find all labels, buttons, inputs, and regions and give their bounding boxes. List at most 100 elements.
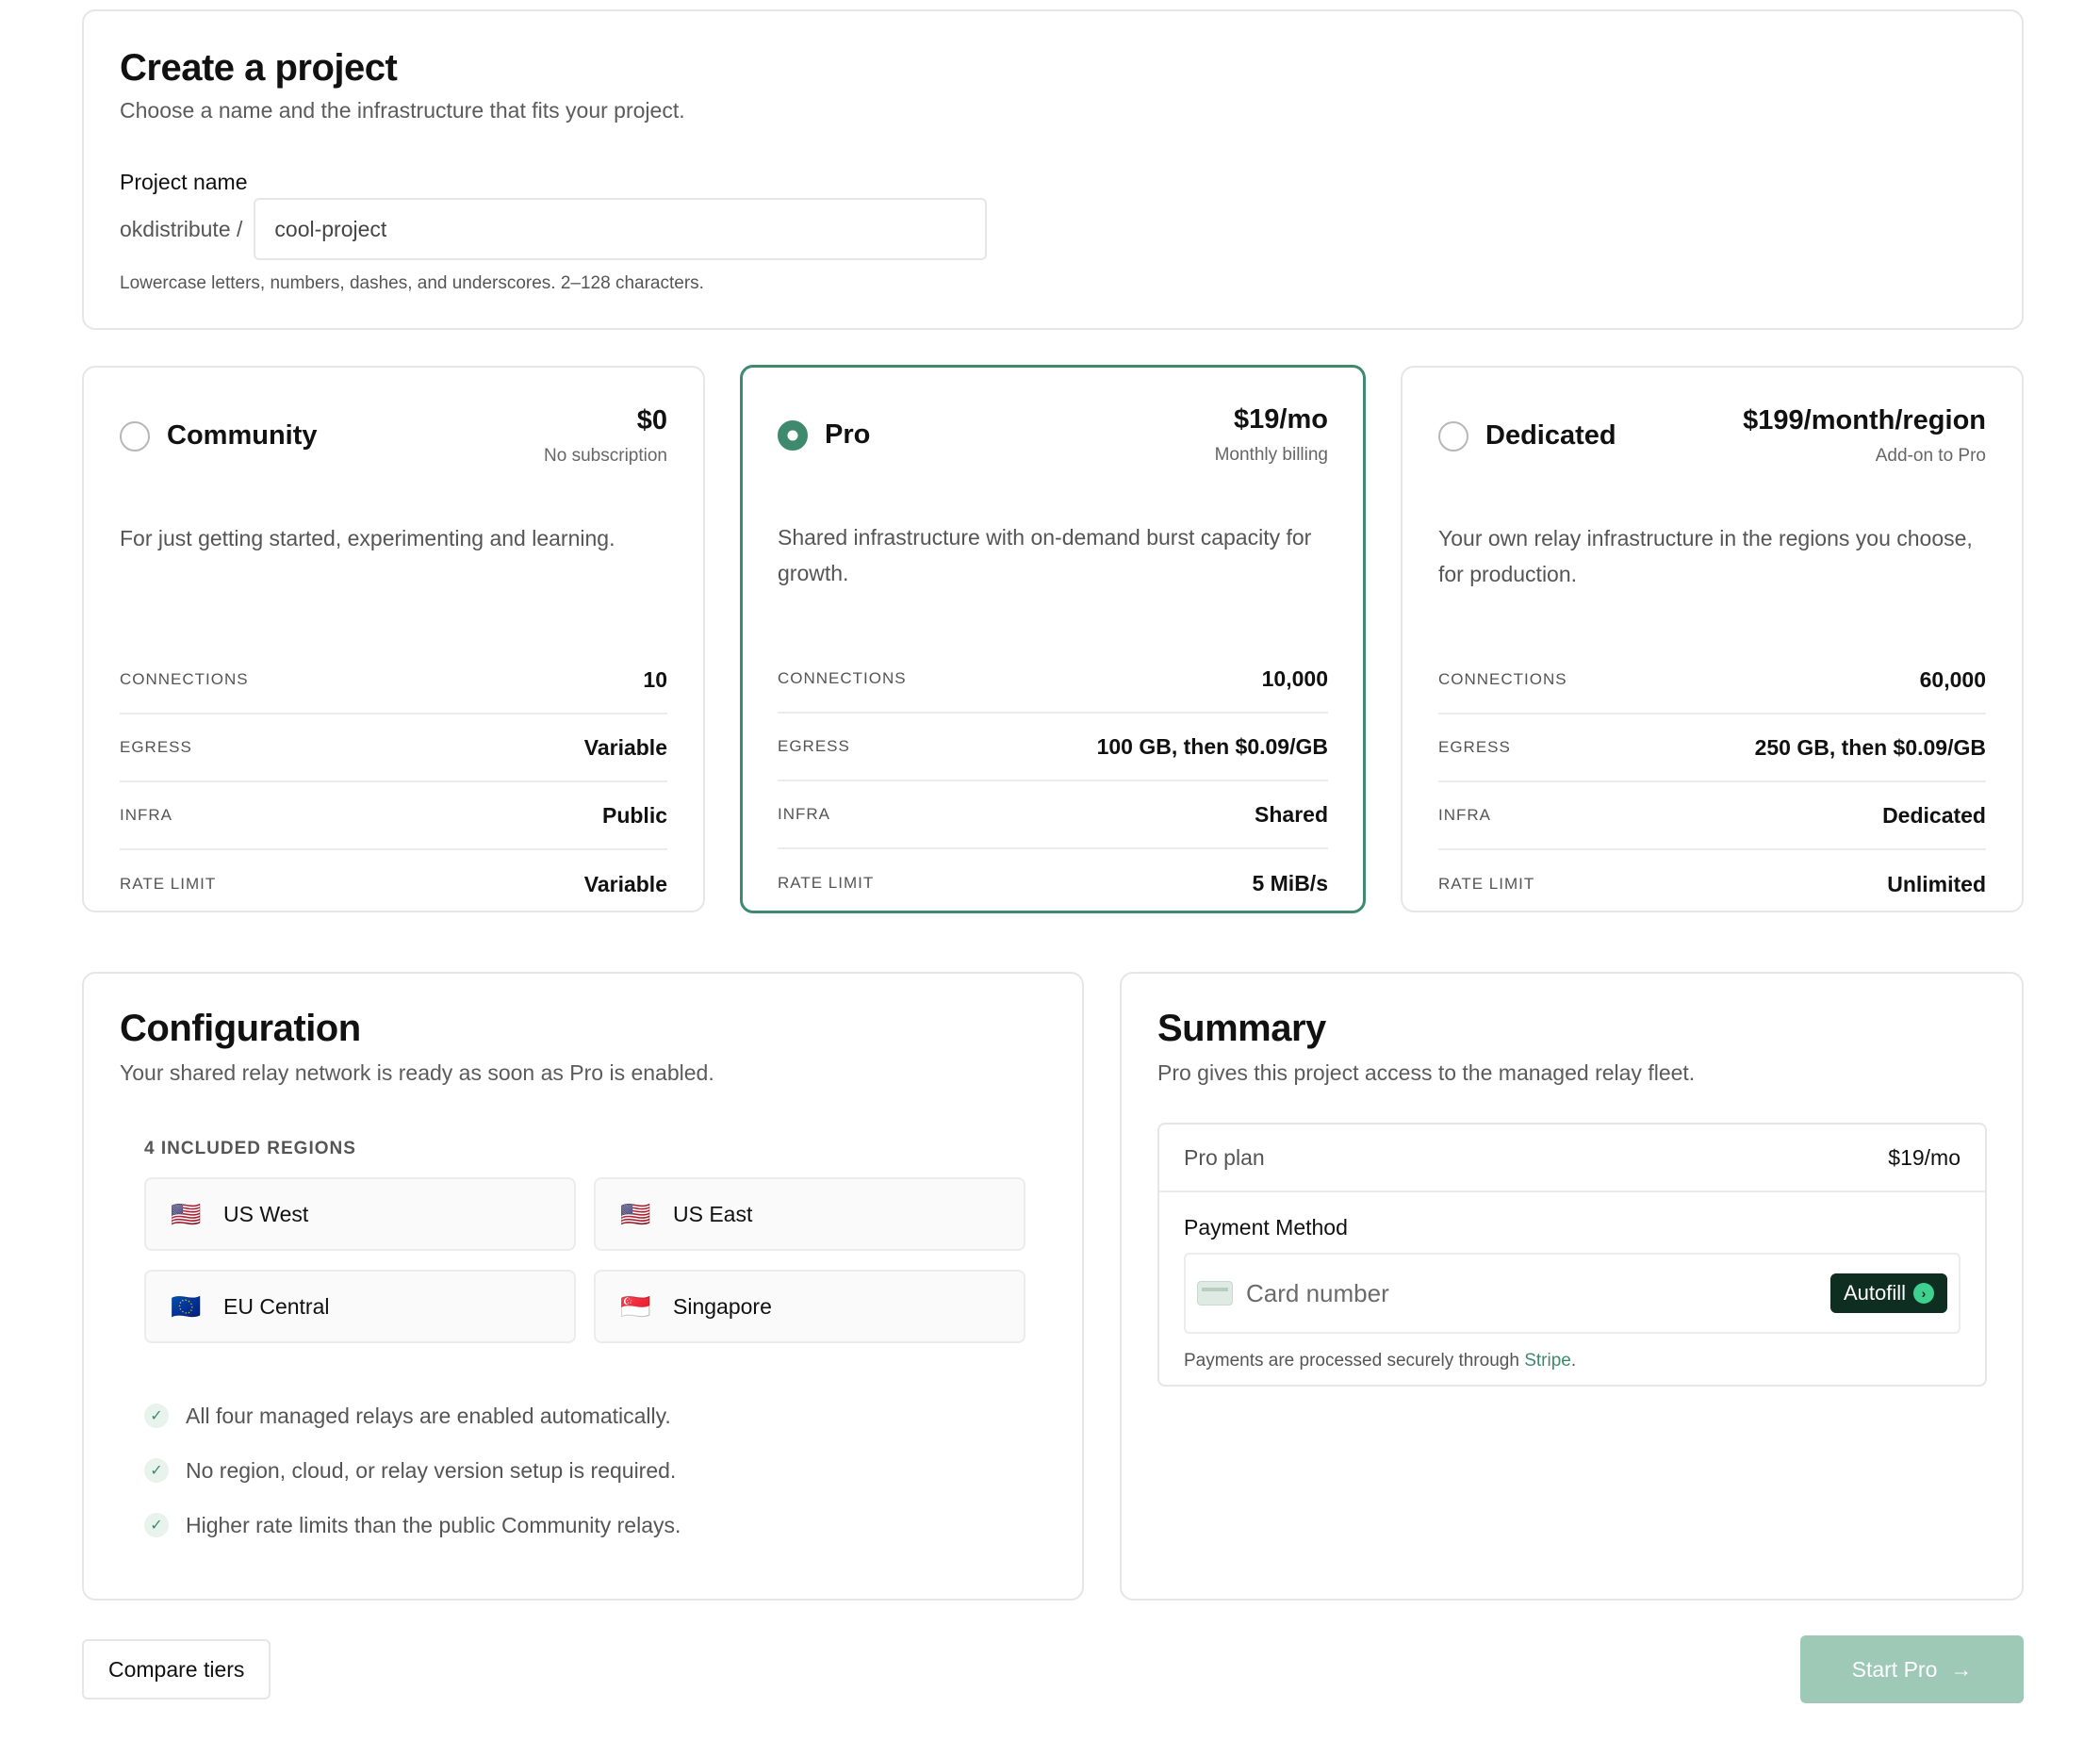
spec-row: INFRA Shared bbox=[778, 781, 1328, 849]
region-name: US East bbox=[673, 1201, 753, 1226]
spec-key: EGRESS bbox=[778, 737, 850, 755]
spec-value: 250 GB, then $0.09/GB bbox=[1754, 734, 1986, 760]
plan-name: Pro bbox=[825, 419, 871, 450]
plan-price-note: No subscription bbox=[544, 446, 667, 466]
region-eu-central: 🇪🇺 EU Central bbox=[144, 1270, 576, 1343]
spec-row: EGRESS 100 GB, then $0.09/GB bbox=[778, 714, 1328, 781]
region-us-west: 🇺🇸 US West bbox=[144, 1177, 576, 1251]
spec-row: CONNECTIONS 10 bbox=[120, 647, 667, 714]
plan-card-community[interactable]: Community $0 No subscription For just ge… bbox=[82, 366, 705, 912]
check-icon: ✓ bbox=[144, 1458, 169, 1483]
spec-row: INFRA Public bbox=[120, 782, 667, 850]
configuration-card: Configuration Your shared relay network … bbox=[82, 972, 1084, 1601]
spec-value: 10 bbox=[643, 666, 667, 692]
stripe-link[interactable]: Stripe bbox=[1524, 1351, 1571, 1371]
region-us-east: 🇺🇸 US East bbox=[594, 1177, 1025, 1251]
region-singapore: 🇸🇬 Singapore bbox=[594, 1270, 1025, 1343]
spec-value: Shared bbox=[1255, 801, 1328, 827]
eu-flag-icon: 🇪🇺 bbox=[171, 1291, 202, 1321]
card-number-placeholder: Card number bbox=[1246, 1278, 1389, 1307]
stripe-note-suffix: . bbox=[1570, 1351, 1577, 1371]
owner-prefix: okdistribute / bbox=[120, 216, 243, 241]
spec-key: CONNECTIONS bbox=[778, 669, 907, 687]
start-pro-label: Start Pro bbox=[1851, 1656, 1938, 1682]
plan-line-label: Pro plan bbox=[1184, 1144, 1265, 1170]
spec-row: RATE LIMIT Unlimited bbox=[1438, 850, 1986, 918]
feature-text: Higher rate limits than the public Commu… bbox=[186, 1512, 681, 1537]
stripe-note: Payments are processed securely through … bbox=[1184, 1351, 1576, 1371]
summary-title: Summary bbox=[1157, 1008, 1326, 1049]
create-project-card: Create a project Choose a name and the i… bbox=[82, 9, 2024, 330]
plan-card-pro[interactable]: Pro $19/mo Monthly billing Shared infras… bbox=[740, 365, 1366, 913]
spec-row: RATE LIMIT Variable bbox=[120, 850, 667, 918]
arrow-right-circle-icon: › bbox=[1913, 1283, 1934, 1304]
spec-row: INFRA Dedicated bbox=[1438, 782, 1986, 850]
spec-row: EGRESS Variable bbox=[120, 714, 667, 782]
spec-row: CONNECTIONS 60,000 bbox=[1438, 647, 1986, 714]
check-icon: ✓ bbox=[144, 1404, 169, 1428]
spec-value: 60,000 bbox=[1919, 666, 1986, 692]
project-name-input[interactable]: cool-project bbox=[254, 198, 988, 260]
plan-price: $19/mo bbox=[1234, 404, 1328, 435]
spec-value: 10,000 bbox=[1261, 665, 1328, 691]
plan-specs: CONNECTIONS 60,000 EGRESS 250 GB, then $0.… bbox=[1438, 647, 1986, 918]
project-name-hint: Lowercase letters, numbers, dashes, and … bbox=[120, 273, 704, 293]
page-subtitle: Choose a name and the infrastructure tha… bbox=[120, 98, 685, 123]
compare-tiers-button[interactable]: Compare tiers bbox=[82, 1639, 271, 1700]
feature-text: No region, cloud, or relay version setup… bbox=[186, 1457, 677, 1483]
start-pro-button[interactable]: Start Pro → bbox=[1800, 1635, 2024, 1703]
plan-radio-dedicated[interactable] bbox=[1438, 420, 1468, 452]
us-flag-icon: 🇺🇸 bbox=[171, 1199, 202, 1228]
card-number-input[interactable]: Card number Autofill › bbox=[1184, 1253, 1961, 1334]
plan-description: For just getting started, experimenting … bbox=[120, 526, 615, 550]
plan-description: Shared infrastructure with on-demand bur… bbox=[778, 525, 1312, 585]
payment-method-label: Payment Method bbox=[1184, 1215, 1348, 1240]
list-item: ✓ Higher rate limits than the public Com… bbox=[144, 1498, 681, 1552]
spec-value: Public bbox=[601, 802, 667, 828]
project-name-row: okdistribute / cool-project bbox=[120, 198, 988, 260]
plan-line-price: $19/mo bbox=[1888, 1144, 1961, 1170]
plan-price: $0 bbox=[636, 405, 667, 435]
spec-value: Variable bbox=[583, 871, 667, 896]
spec-key: RATE LIMIT bbox=[778, 874, 875, 892]
plan-radio-pro[interactable] bbox=[778, 419, 808, 451]
spec-row: CONNECTIONS 10,000 bbox=[778, 646, 1328, 714]
spec-key: EGRESS bbox=[120, 738, 192, 756]
summary-subtitle: Pro gives this project access to the man… bbox=[1157, 1060, 1696, 1085]
spec-key: INFRA bbox=[778, 805, 830, 823]
spec-value: Unlimited bbox=[1887, 871, 1986, 896]
spec-key: EGRESS bbox=[1438, 738, 1511, 756]
plan-description: Your own relay infrastructure in the reg… bbox=[1438, 526, 1973, 586]
spec-key: RATE LIMIT bbox=[1438, 875, 1535, 893]
feature-text: All four managed relays are enabled auto… bbox=[186, 1403, 671, 1428]
spec-key: RATE LIMIT bbox=[120, 875, 217, 893]
spec-row: EGRESS 250 GB, then $0.09/GB bbox=[1438, 714, 1986, 782]
arrow-right-icon: → bbox=[1950, 1656, 1973, 1682]
plan-name: Community bbox=[167, 420, 318, 451]
spec-value: Dedicated bbox=[1882, 802, 1986, 828]
autofill-button[interactable]: Autofill › bbox=[1829, 1273, 1947, 1313]
plan-card-dedicated[interactable]: Dedicated $199/month/region Add-on to Pr… bbox=[1401, 366, 2024, 912]
region-name: US West bbox=[223, 1201, 309, 1226]
configuration-subtitle: Your shared relay network is ready as so… bbox=[120, 1060, 714, 1085]
page-title: Create a project bbox=[120, 47, 398, 89]
us-flag-icon: 🇺🇸 bbox=[620, 1199, 651, 1228]
plan-radio-community[interactable] bbox=[120, 420, 150, 452]
spec-value: 100 GB, then $0.09/GB bbox=[1096, 733, 1328, 759]
configuration-title: Configuration bbox=[120, 1008, 361, 1049]
plan-specs: CONNECTIONS 10,000 EGRESS 100 GB, then $0.… bbox=[778, 646, 1328, 917]
sg-flag-icon: 🇸🇬 bbox=[620, 1291, 651, 1321]
plan-price: $199/month/region bbox=[1743, 405, 1986, 435]
check-icon: ✓ bbox=[144, 1513, 169, 1537]
list-item: ✓ No region, cloud, or relay version set… bbox=[144, 1443, 681, 1498]
summary-card: Summary Pro gives this project access to… bbox=[1120, 972, 2024, 1601]
autofill-label: Autofill bbox=[1843, 1281, 1906, 1305]
spec-row: RATE LIMIT 5 MiB/s bbox=[778, 849, 1328, 917]
plan-specs: CONNECTIONS 10 EGRESS Variable INFRA Public… bbox=[120, 647, 667, 918]
stripe-note-text: Payments are processed securely through bbox=[1184, 1351, 1525, 1371]
credit-card-icon bbox=[1197, 1281, 1233, 1305]
project-name-label: Project name bbox=[120, 170, 248, 194]
plan-line: Pro plan $19/mo bbox=[1159, 1125, 1985, 1192]
regions-label: 4 INCLUDED REGIONS bbox=[144, 1139, 356, 1158]
plan-price-note: Monthly billing bbox=[1214, 445, 1328, 465]
